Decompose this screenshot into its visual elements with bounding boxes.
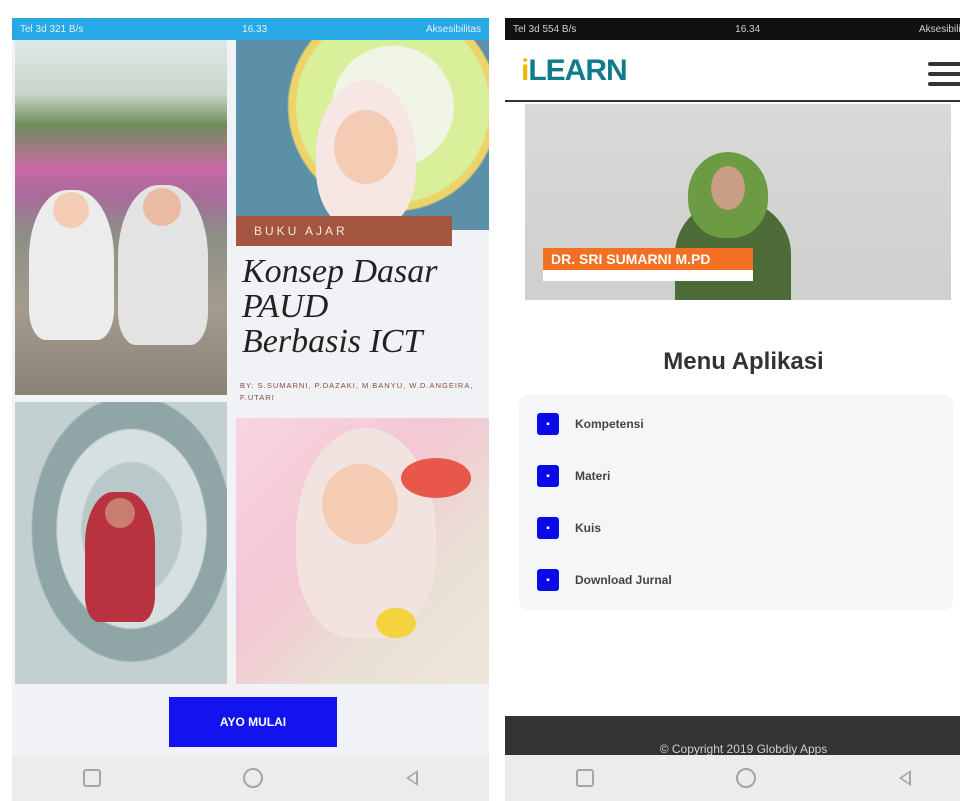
book-authors: By: S.Sumarni, P.Dazaki, M.Banyu, W.D.An… bbox=[240, 381, 474, 402]
book-type-label: BUKU AJAR bbox=[236, 216, 452, 246]
back-nav-icon[interactable] bbox=[405, 770, 418, 786]
menu-item-label: Kuis bbox=[575, 521, 602, 535]
status-time: 16.33 bbox=[242, 23, 268, 35]
status-time: 16.34 bbox=[735, 23, 761, 35]
status-bar: Tel 3d 321 B/s 16.33 Aksesibilitas bbox=[12, 18, 489, 40]
book-title: Konsep Dasar PAUD Berbasis ICT bbox=[242, 253, 438, 360]
app-logo[interactable]: iLEARN bbox=[521, 54, 628, 88]
right-phone-screen: Tel 3d 554 B/s 16.34 Aksesibilitas iLEAR… bbox=[505, 18, 960, 801]
menu-item-download-jurnal[interactable]: ▪ Download Jurnal bbox=[519, 554, 953, 606]
intro-video[interactable]: DR. SRI SUMARNI M.PD bbox=[525, 104, 951, 300]
menu-item-label: Download Jurnal bbox=[575, 573, 672, 587]
accessibility-status: Aksesibilitas bbox=[918, 23, 960, 35]
system-nav-bar bbox=[12, 755, 489, 801]
menu-item-icon: ▪ bbox=[537, 465, 559, 487]
menu-item-kuis[interactable]: ▪ Kuis bbox=[519, 502, 953, 554]
baby-face bbox=[334, 110, 398, 184]
menu-item-label: Kompetensi bbox=[575, 417, 644, 431]
hamburger-line bbox=[928, 82, 960, 86]
hamburger-line bbox=[928, 72, 960, 76]
back-nav-icon[interactable] bbox=[898, 770, 911, 786]
home-nav-icon[interactable] bbox=[736, 768, 757, 788]
status-bar: Tel 3d 554 B/s 16.34 Aksesibilitas bbox=[505, 18, 960, 40]
girl-face bbox=[143, 188, 181, 226]
girl-face bbox=[53, 192, 89, 228]
menu-item-icon: ▪ bbox=[537, 413, 559, 435]
menu-item-label: Materi bbox=[575, 469, 611, 483]
menu-item-icon: ▪ bbox=[537, 517, 559, 539]
accessibility-status: Aksesibilitas bbox=[425, 23, 481, 35]
menu-list: ▪ Kompetensi ▪ Materi ▪ Kuis ▪ Download … bbox=[519, 394, 953, 610]
app-header: iLEARN bbox=[505, 40, 960, 102]
system-nav-bar bbox=[505, 755, 960, 801]
wall-fruit-picture bbox=[401, 458, 471, 498]
home-nav-icon[interactable] bbox=[243, 768, 264, 788]
cover-photo-baby-playing bbox=[236, 418, 489, 684]
menu-item-kompetensi[interactable]: ▪ Kompetensi bbox=[519, 398, 953, 450]
hamburger-menu-icon[interactable] bbox=[928, 62, 960, 86]
child-face bbox=[105, 498, 135, 528]
recents-nav-icon[interactable] bbox=[83, 769, 102, 787]
video-caption: DR. SRI SUMARNI M.PD bbox=[543, 248, 753, 270]
toy-fruit bbox=[376, 608, 416, 638]
cover-photo-girls bbox=[15, 40, 227, 395]
network-status: Tel 3d 321 B/s bbox=[20, 23, 84, 35]
network-status: Tel 3d 554 B/s bbox=[513, 23, 577, 35]
menu-item-materi[interactable]: ▪ Materi bbox=[519, 450, 953, 502]
hamburger-line bbox=[928, 62, 960, 66]
start-button[interactable]: AYO MULAI bbox=[169, 697, 337, 747]
cover-photo-baby bbox=[236, 40, 489, 230]
cover-photo-tunnel bbox=[15, 402, 227, 684]
recents-nav-icon[interactable] bbox=[576, 769, 595, 787]
speaker-face bbox=[711, 166, 745, 210]
footer-copyright: © Copyright 2019 Globdiy Apps bbox=[505, 716, 960, 756]
menu-title: Menu Aplikasi bbox=[663, 348, 824, 375]
left-phone-screen: Tel 3d 321 B/s 16.33 Aksesibilitas BUKU … bbox=[12, 18, 489, 801]
video-subcaption-bar bbox=[543, 270, 753, 281]
baby-face bbox=[322, 464, 398, 544]
menu-item-icon: ▪ bbox=[537, 569, 559, 591]
